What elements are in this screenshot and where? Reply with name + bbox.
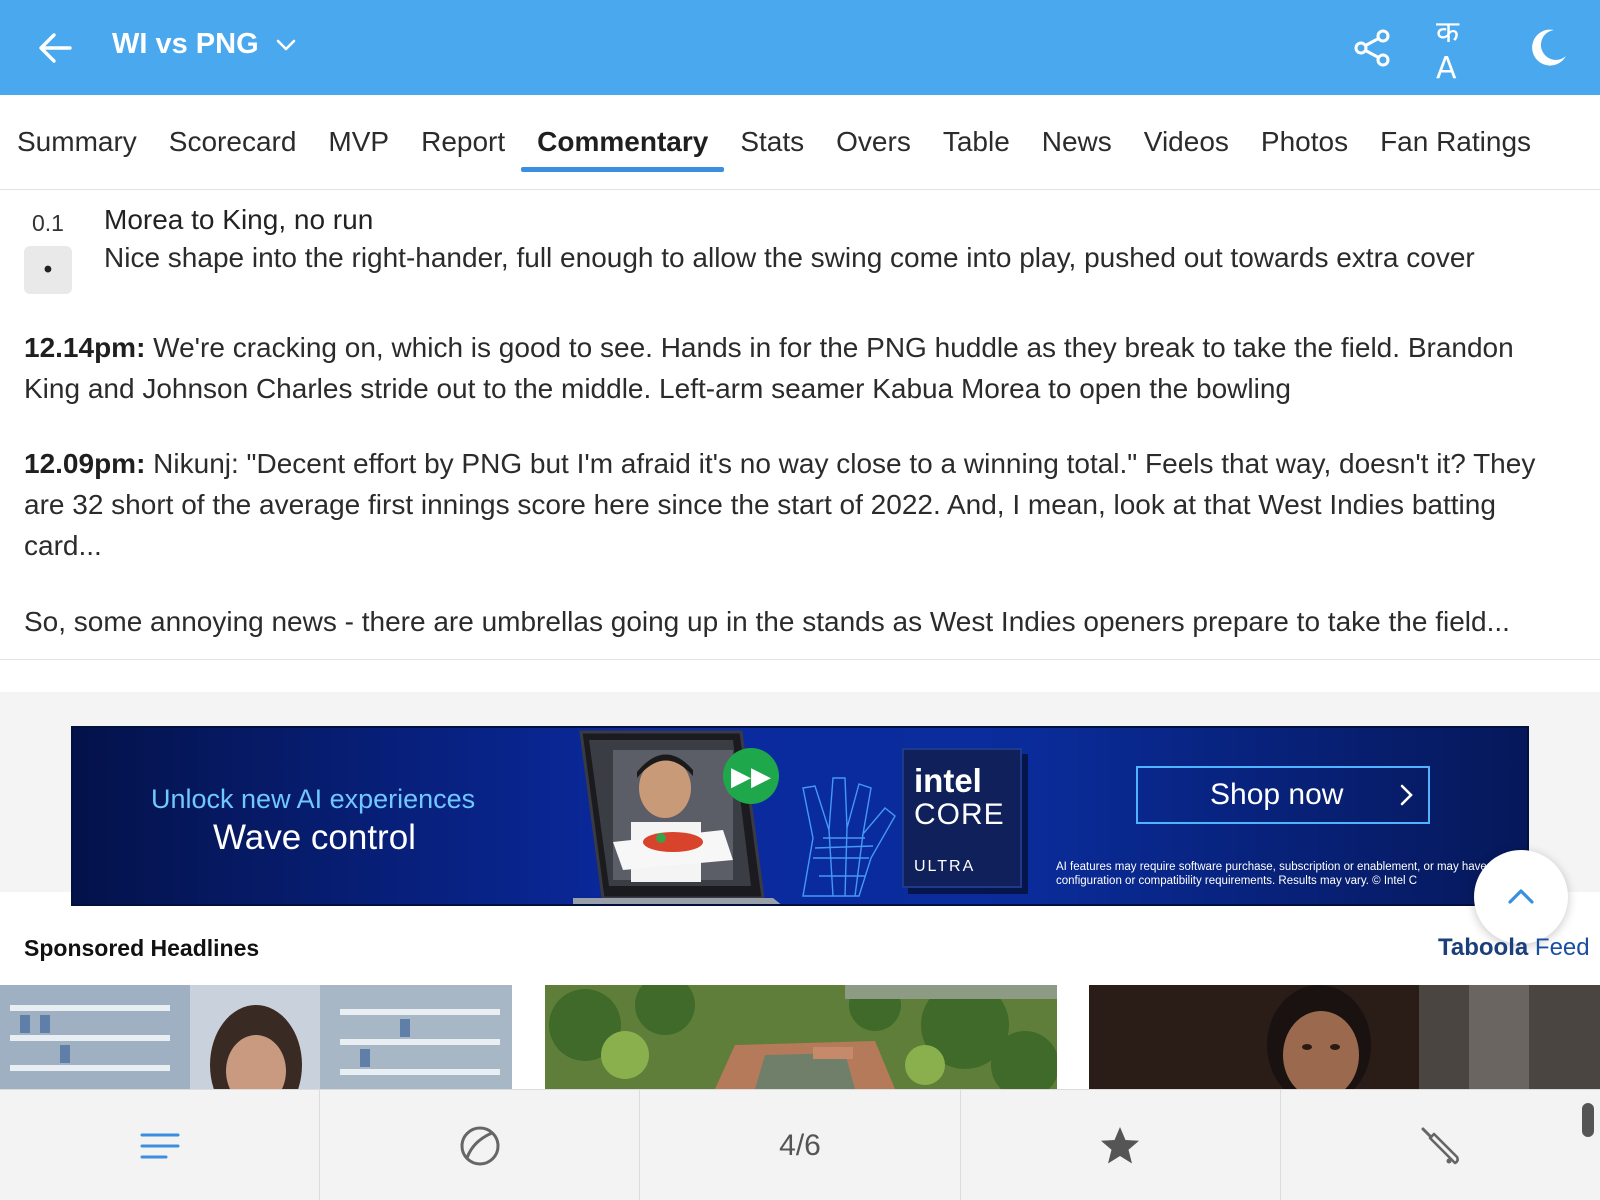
tab-mvp[interactable]: MVP	[312, 95, 405, 190]
match-title: WI vs PNG	[112, 28, 259, 60]
ad-headline: Unlock new AI experiences	[151, 784, 476, 814]
entry-time: 12.09pm:	[24, 448, 146, 479]
tab-videos[interactable]: Videos	[1128, 95, 1245, 190]
intel-core-label: CORE	[914, 798, 1005, 831]
ad-disclaimer: AI features may require software purchas…	[1056, 861, 1487, 887]
commentary-entry: 12.14pm: We're cracking on, which is goo…	[24, 327, 1569, 409]
bottom-nav-favourite[interactable]	[961, 1090, 1281, 1200]
dark-mode-moon-icon[interactable]	[1524, 24, 1572, 72]
portrait-image	[1089, 985, 1600, 1089]
commentary-entry: So, some annoying news - there are umbre…	[24, 601, 1569, 642]
entry-time: 12.14pm:	[24, 332, 146, 363]
tab-commentary[interactable]: Commentary	[521, 95, 725, 190]
sponsored-thumbnails	[0, 985, 1600, 1089]
page-counter: 4/6	[779, 1128, 821, 1162]
entry-text: Nikunj: "Decent effort by PNG but I'm af…	[24, 448, 1536, 561]
chevron-right-icon	[1400, 784, 1413, 806]
match-selector[interactable]: WI vs PNG	[112, 28, 299, 61]
bottom-nav-bat[interactable]	[1281, 1090, 1600, 1200]
fast-forward-icon: ▶▶	[723, 748, 779, 804]
menu-icon	[140, 1133, 180, 1158]
aerial-building-image	[545, 985, 1057, 1089]
share-icon[interactable]	[1348, 24, 1396, 72]
sponsored-thumb-pharmacy[interactable]	[0, 985, 512, 1089]
taboola-feed-logo[interactable]: Taboola Feed	[1438, 934, 1590, 962]
section-divider	[0, 659, 1600, 660]
language-icon[interactable]: क A	[1436, 15, 1484, 86]
commentary-entry: 12.09pm: Nikunj: "Decent effort by PNG b…	[24, 443, 1569, 566]
bottom-nav-ball[interactable]	[320, 1090, 641, 1200]
star-icon	[1101, 1126, 1140, 1163]
chevron-down-icon	[276, 39, 295, 50]
over-number: 0.1	[32, 210, 64, 236]
bottom-nav-page-count[interactable]: 4/6	[640, 1090, 961, 1200]
tab-overs[interactable]: Overs	[820, 95, 927, 190]
tab-news[interactable]: News	[1026, 95, 1128, 190]
intel-advertisement[interactable]: Unlock new AI experiences Wave control ▶…	[71, 726, 1529, 906]
sponsored-thumb-building[interactable]	[545, 985, 1057, 1089]
wireframe-hand-image	[802, 777, 896, 897]
bottom-navigation: 4/6	[0, 1089, 1600, 1200]
tab-photos[interactable]: Photos	[1245, 95, 1364, 190]
scrollbar-thumb[interactable]	[1582, 1103, 1594, 1137]
bottom-nav-menu[interactable]	[0, 1090, 321, 1200]
sponsored-headlines-heading: Sponsored Headlines	[24, 935, 260, 961]
ball-description: Nice shape into the right-hander, full e…	[104, 242, 1475, 273]
tab-report[interactable]: Report	[405, 95, 521, 190]
ball-icon	[460, 1126, 500, 1165]
entry-text: We're cracking on, which is good to see.…	[24, 332, 1514, 404]
shop-now-button[interactable]: Shop now	[1136, 766, 1430, 824]
language-label: क A	[1436, 15, 1460, 86]
ball-result-badge: •	[24, 246, 72, 294]
ad-subheadline: Wave control	[213, 818, 416, 857]
sponsored-thumb-portrait[interactable]	[1089, 985, 1600, 1089]
ball-title: Morea to King, no run	[104, 204, 374, 235]
pharmacy-image	[0, 985, 512, 1089]
tab-fan-ratings[interactable]: Fan Ratings	[1364, 95, 1547, 190]
tab-summary[interactable]: Summary	[16, 95, 153, 190]
intel-core-ultra-badge: intel CORE ULTRA	[902, 748, 1022, 888]
chevron-up-icon	[1508, 889, 1534, 904]
match-tabs: Summary Scorecard MVP Report Commentary …	[0, 95, 1600, 190]
tab-table[interactable]: Table	[927, 95, 1026, 190]
back-arrow-icon[interactable]	[36, 28, 76, 68]
taboola-brand: Taboola	[1438, 934, 1529, 961]
app-header: WI vs PNG क A	[0, 0, 1600, 95]
tab-scorecard[interactable]: Scorecard	[153, 95, 313, 190]
intel-brand: intel	[914, 762, 982, 799]
taboola-suffix: Feed	[1528, 934, 1590, 961]
intel-ultra-label: ULTRA	[914, 858, 976, 875]
shop-now-label: Shop now	[1210, 778, 1344, 811]
bat-icon	[1421, 1127, 1460, 1164]
scroll-to-top-button[interactable]	[1474, 850, 1568, 944]
entry-text: So, some annoying news - there are umbre…	[24, 606, 1510, 637]
tab-stats[interactable]: Stats	[724, 95, 820, 190]
